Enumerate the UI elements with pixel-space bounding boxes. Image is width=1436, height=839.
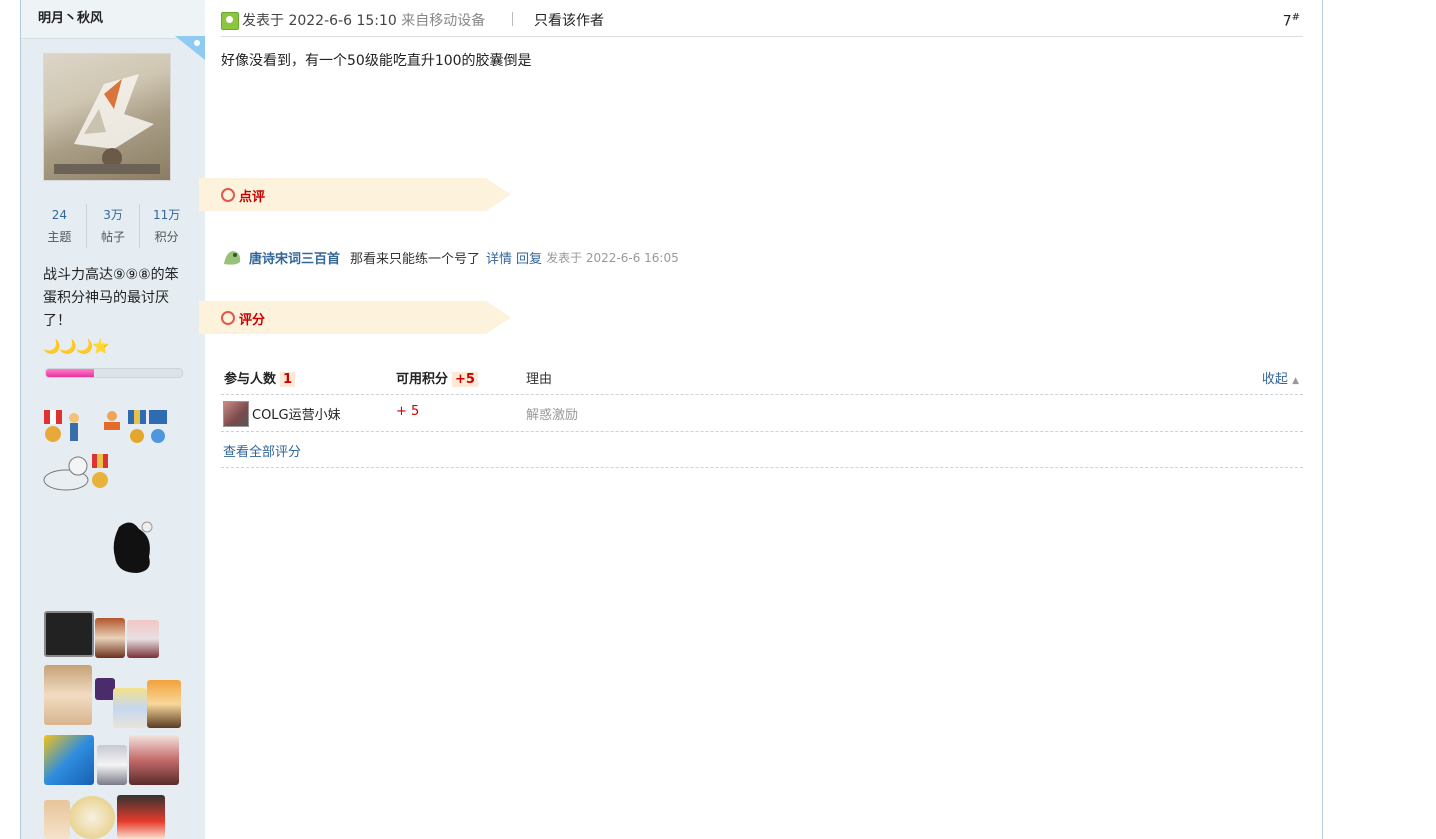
online-corner-icon xyxy=(175,36,205,60)
stat-posts-num: 3万 xyxy=(103,208,123,222)
seal-medal-icon[interactable] xyxy=(42,452,114,492)
badge-5-icon[interactable] xyxy=(95,678,115,700)
rating-table: 参与人数 1 可用积分 +5 理由 收起 ▲ COLG运营小妹 + 5 解惑激励 查… xyxy=(221,362,1303,468)
level-progress-bar xyxy=(45,368,183,378)
post-time: 发表于 2022-6-6 15:10 来自移动设备 xyxy=(242,10,485,30)
badge-8-icon[interactable] xyxy=(44,735,94,785)
floor-number[interactable]: 7# xyxy=(1283,12,1300,30)
comment-item: 唐诗宋词三百首 那看来只能练一个号了 详情 回复 发表于 2022-6-6 16… xyxy=(221,246,679,268)
collapse-up-icon: ▲ xyxy=(1292,376,1299,386)
rater-reason: 解惑激励 xyxy=(526,408,579,423)
commenter-name[interactable]: 唐诗宋词三百首 xyxy=(249,248,340,267)
rating-section-title: 评分 xyxy=(239,313,266,328)
comments-circle-icon xyxy=(221,188,235,202)
stat-posts-label: 帖子 xyxy=(101,230,126,244)
badge-7-icon[interactable] xyxy=(147,680,181,728)
author-name[interactable]: 明月丶秋风 xyxy=(21,0,205,39)
rating-table-header: 参与人数 1 可用积分 +5 理由 收起 ▲ xyxy=(221,362,1303,395)
collapse-button[interactable]: 收起 ▲ xyxy=(1262,368,1299,387)
participants-header: 参与人数 1 xyxy=(224,368,296,387)
level-moon-icon: 🌙🌙🌙⭐ xyxy=(43,339,110,355)
comment-time: 发表于 2022-6-6 16:05 xyxy=(546,250,679,265)
post-content: 好像没看到，有一个50级能吃直升100的胶囊倒是 xyxy=(221,53,532,69)
post-author-icon xyxy=(221,12,239,30)
post-header: 发表于 2022-6-6 15:10 来自移动设备 只看该作者 7# xyxy=(221,10,1303,37)
black-creature-icon xyxy=(113,521,153,573)
stat-posts[interactable]: 3万 帖子 xyxy=(87,204,141,248)
rater-score: + 5 xyxy=(396,404,420,419)
floor-mark: # xyxy=(1291,12,1300,23)
medal-row-icon[interactable] xyxy=(42,408,170,448)
comments-section-title: 点评 xyxy=(239,190,266,205)
comment-detail-link[interactable]: 详情 xyxy=(486,248,512,267)
badge-11-icon[interactable] xyxy=(44,800,70,839)
stat-topics-num: 24 xyxy=(51,208,67,222)
points-value: +5 xyxy=(452,372,478,387)
commenter-avatar[interactable] xyxy=(221,246,243,268)
points-header: 可用积分 +5 xyxy=(396,368,478,387)
post-time-text: 发表于 2022-6-6 15:10 xyxy=(242,13,397,29)
badge-4-icon[interactable] xyxy=(44,665,92,725)
badge-2-icon[interactable] xyxy=(95,618,125,658)
comment-reply-link[interactable]: 回复 xyxy=(516,248,542,267)
post-from-device: 来自移动设备 xyxy=(401,13,486,29)
rater-avatar[interactable] xyxy=(223,401,249,427)
badge-12-icon[interactable] xyxy=(69,796,115,839)
badge-9-icon[interactable] xyxy=(97,745,127,785)
collapse-label: 收起 xyxy=(1261,372,1288,387)
rating-circle-icon xyxy=(221,311,235,325)
badge-13-icon[interactable] xyxy=(117,795,165,839)
rating-section-header: 评分 xyxy=(199,301,511,334)
badge-6-icon[interactable] xyxy=(113,688,147,728)
header-separator xyxy=(512,12,513,26)
stat-topics-label: 主题 xyxy=(47,230,72,244)
author-signature: 战斗力高达⑨⑨⑧的笨蛋积分神马的最讨厌了！ xyxy=(43,267,179,329)
points-label: 可用积分 xyxy=(396,372,449,387)
badge-10-icon[interactable] xyxy=(129,735,179,785)
stat-points-num: 11万 xyxy=(153,208,181,222)
page-frame: 明月丶秋风 24 主题 3万 帖子 11万 积分 战斗力高达⑨⑨⑧的笨蛋积分神马… xyxy=(20,0,1323,839)
view-all-ratings-link[interactable]: 查看全部评分 xyxy=(223,441,301,460)
author-stats: 24 主题 3万 帖子 11万 积分 xyxy=(33,204,193,248)
participants-label: 参与人数 xyxy=(224,372,277,387)
badge-1-icon[interactable] xyxy=(44,611,94,657)
author-sidebar: 明月丶秋风 24 主题 3万 帖子 11万 积分 战斗力高达⑨⑨⑧的笨蛋积分神马… xyxy=(21,0,205,839)
floor-number-text: 7 xyxy=(1282,13,1292,30)
stat-topics[interactable]: 24 主题 xyxy=(33,204,87,248)
rater-name[interactable]: COLG运营小妹 xyxy=(252,404,341,423)
level-progress-fill xyxy=(46,369,94,377)
participants-count: 1 xyxy=(280,372,296,387)
rating-row: COLG运营小妹 + 5 解惑激励 xyxy=(221,395,1303,432)
comment-text: 那看来只能练一个号了 xyxy=(350,251,481,267)
rating-footer: 查看全部评分 xyxy=(221,432,1303,468)
author-avatar[interactable] xyxy=(43,53,171,181)
stat-points-label: 积分 xyxy=(154,230,179,244)
badge-3-icon[interactable] xyxy=(127,620,159,658)
only-author-link[interactable]: 只看该作者 xyxy=(534,10,604,30)
reason-header: 理由 xyxy=(526,372,553,387)
comments-section-header: 点评 xyxy=(199,178,511,211)
stat-points[interactable]: 11万 积分 xyxy=(140,204,193,248)
